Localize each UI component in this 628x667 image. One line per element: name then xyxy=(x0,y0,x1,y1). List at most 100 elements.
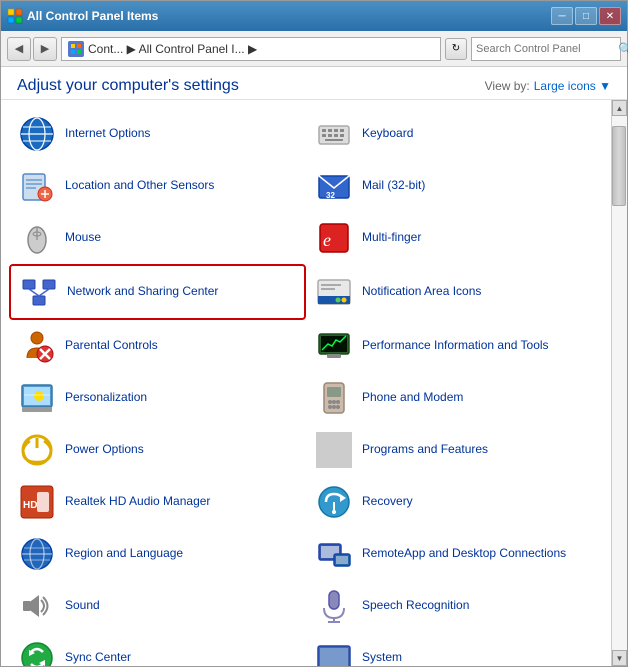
icon-parental-controls xyxy=(19,328,55,364)
label-parental-controls: Parental Controls xyxy=(65,338,158,354)
grid-item-parental-controls[interactable]: Parental Controls xyxy=(9,320,306,372)
label-realtek-audio: Realtek HD Audio Manager xyxy=(65,494,210,510)
scroll-track xyxy=(612,116,627,650)
content-header: Adjust your computer's settings View by:… xyxy=(1,67,627,100)
nav-buttons: ◀ ▶ xyxy=(7,37,57,61)
grid-item-mouse[interactable]: Mouse xyxy=(9,212,306,264)
label-region-language: Region and Language xyxy=(65,546,183,562)
label-speech-recognition: Speech Recognition xyxy=(362,598,469,614)
icon-mail: 32 xyxy=(316,168,352,204)
page-title: Adjust your computer's settings xyxy=(17,77,239,95)
label-remoteapp: RemoteApp and Desktop Connections xyxy=(362,546,566,562)
close-button[interactable]: ✕ xyxy=(599,7,621,25)
label-performance: Performance Information and Tools xyxy=(362,338,549,354)
main-content: Adjust your computer's settings View by:… xyxy=(1,67,627,666)
label-power-options: Power Options xyxy=(65,442,144,458)
refresh-button[interactable]: ↻ xyxy=(445,38,467,60)
grid-item-programs-features[interactable]: Programs and Features xyxy=(306,424,603,476)
svg-text:HD: HD xyxy=(23,500,37,511)
icon-remoteapp xyxy=(316,536,352,572)
window-controls: ─ □ ✕ xyxy=(551,7,621,25)
search-input[interactable] xyxy=(476,43,618,55)
address-text: Cont... ▶ All Control Panel I... ▶ xyxy=(88,42,257,56)
label-internet-options: Internet Options xyxy=(65,126,150,142)
icon-keyboard xyxy=(316,116,352,152)
address-icon xyxy=(68,41,84,57)
icon-internet-options xyxy=(19,116,55,152)
icon-system xyxy=(316,640,352,666)
view-by-label: View by: xyxy=(485,79,530,93)
grid-item-sync-center[interactable]: Sync Center xyxy=(9,632,306,666)
grid-item-system[interactable]: System xyxy=(306,632,603,666)
grid-item-sound[interactable]: Sound xyxy=(9,580,306,632)
grid-item-recovery[interactable]: Recovery xyxy=(306,476,603,528)
label-network-sharing: Network and Sharing Center xyxy=(67,284,218,300)
window-title: All Control Panel Items xyxy=(27,9,158,23)
grid-item-internet-options[interactable]: Internet Options xyxy=(9,108,306,160)
items-container: Internet Options Keyboard Location and Oth… xyxy=(1,100,627,666)
icon-region-language xyxy=(19,536,55,572)
icon-phone-modem xyxy=(316,380,352,416)
search-icon[interactable]: 🔍 xyxy=(618,42,628,56)
label-keyboard: Keyboard xyxy=(362,126,413,142)
scrollbar: ▲ ▼ xyxy=(611,100,627,666)
title-bar-left: All Control Panel Items xyxy=(7,8,158,24)
label-sync-center: Sync Center xyxy=(65,650,131,666)
grid-item-mail[interactable]: 32 Mail (32-bit) xyxy=(306,160,603,212)
icon-sound xyxy=(19,588,55,624)
grid-item-notification-icons[interactable]: Notification Area Icons xyxy=(306,264,603,320)
grid-item-multifinger[interactable]: e Multi-finger xyxy=(306,212,603,264)
view-by-control: View by: Large icons ▼ xyxy=(485,79,611,93)
grid-item-performance[interactable]: Performance Information and Tools xyxy=(306,320,603,372)
search-box[interactable]: 🔍 xyxy=(471,37,621,61)
scroll-thumb[interactable] xyxy=(612,126,626,206)
icon-location-sensors xyxy=(19,168,55,204)
label-sound: Sound xyxy=(65,598,100,614)
back-button[interactable]: ◀ xyxy=(7,37,31,61)
label-multifinger: Multi-finger xyxy=(362,230,421,246)
icon-mouse xyxy=(19,220,55,256)
grid-item-network-sharing[interactable]: Network and Sharing Center xyxy=(9,264,306,320)
icon-sync-center xyxy=(19,640,55,666)
grid-item-personalization[interactable]: Personalization xyxy=(9,372,306,424)
scroll-up[interactable]: ▲ xyxy=(612,100,627,116)
view-by-dropdown[interactable]: Large icons ▼ xyxy=(534,79,611,93)
label-location-sensors: Location and Other Sensors xyxy=(65,178,214,194)
svg-text:e: e xyxy=(323,230,331,250)
icon-power-options xyxy=(19,432,55,468)
icon-performance xyxy=(316,328,352,364)
label-mouse: Mouse xyxy=(65,230,101,246)
icon-recovery xyxy=(316,484,352,520)
grid-item-region-language[interactable]: Region and Language xyxy=(9,528,306,580)
icon-programs-features xyxy=(316,432,352,468)
icon-network-sharing xyxy=(21,274,57,310)
forward-button[interactable]: ▶ xyxy=(33,37,57,61)
label-system: System xyxy=(362,650,402,666)
control-panel-window: All Control Panel Items ─ □ ✕ ◀ ▶ Cont..… xyxy=(0,0,628,667)
label-recovery: Recovery xyxy=(362,494,413,510)
title-bar: All Control Panel Items ─ □ ✕ xyxy=(1,1,627,31)
icon-notification-icons xyxy=(316,274,352,310)
label-mail: Mail (32-bit) xyxy=(362,178,425,194)
svg-text:32: 32 xyxy=(326,191,335,200)
grid-item-speech-recognition[interactable]: Speech Recognition xyxy=(306,580,603,632)
items-grid: Internet Options Keyboard Location and Oth… xyxy=(1,100,611,666)
address-bar: ◀ ▶ Cont... ▶ All Control Panel I... ▶ ↻… xyxy=(1,31,627,67)
address-path[interactable]: Cont... ▶ All Control Panel I... ▶ xyxy=(61,37,441,61)
scroll-down[interactable]: ▼ xyxy=(612,650,627,666)
grid-item-location-sensors[interactable]: Location and Other Sensors xyxy=(9,160,306,212)
grid-item-realtek-audio[interactable]: HD Realtek HD Audio Manager xyxy=(9,476,306,528)
label-notification-icons: Notification Area Icons xyxy=(362,284,481,300)
icon-personalization xyxy=(19,380,55,416)
icon-speech-recognition xyxy=(316,588,352,624)
label-personalization: Personalization xyxy=(65,390,147,406)
maximize-button[interactable]: □ xyxy=(575,7,597,25)
label-programs-features: Programs and Features xyxy=(362,442,488,458)
grid-item-remoteapp[interactable]: RemoteApp and Desktop Connections xyxy=(306,528,603,580)
minimize-button[interactable]: ─ xyxy=(551,7,573,25)
grid-item-power-options[interactable]: Power Options xyxy=(9,424,306,476)
window-icon xyxy=(7,8,23,24)
grid-item-phone-modem[interactable]: Phone and Modem xyxy=(306,372,603,424)
icon-realtek-audio: HD xyxy=(19,484,55,520)
grid-item-keyboard[interactable]: Keyboard xyxy=(306,108,603,160)
